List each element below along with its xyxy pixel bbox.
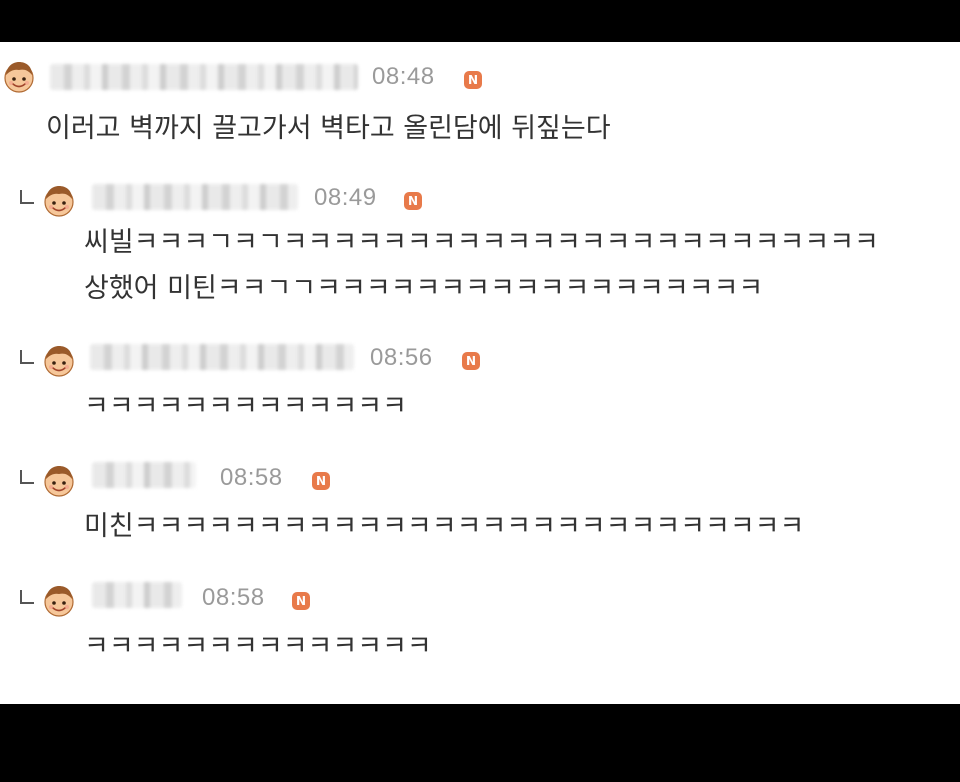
reply-arrow-icon: [20, 590, 34, 604]
comment-thread: 08:48 N 이러고 벽까지 끌고가서 벽타고 올린담에 뒤짚는다 08:49…: [0, 42, 960, 704]
reply-arrow-icon: [20, 470, 34, 484]
comment-line: 이러고 벽까지 끌고가서 벽타고 올린담에 뒤짚는다: [46, 113, 611, 144]
avatar-icon[interactable]: [2, 60, 36, 94]
comment-line: 상했어 미틴ㅋㅋㄱㄱㅋㅋㅋㅋㅋㅋㅋㅋㅋㅋㅋㅋㅋㅋㅋㅋㅋㅋ: [84, 273, 764, 304]
comment-text: 미친ㅋㅋㅋㅋㅋㅋㅋㅋㅋㅋㅋㅋㅋㅋㅋㅋㅋㅋㅋㅋㅋㅋㅋㅋㅋㅋㅋ: [84, 504, 804, 550]
comment-time: 08:58: [220, 464, 283, 491]
comment-text: 이러고 벽까지 끌고가서 벽타고 올린담에 뒤짚는다: [46, 106, 611, 152]
comment-time: 08:48: [372, 63, 435, 90]
blurred-username[interactable]: [50, 64, 358, 90]
comment-line: ㅋㅋㅋㅋㅋㅋㅋㅋㅋㅋㅋㅋㅋㅋ: [84, 631, 432, 662]
comment-line: 씨빌ㅋㅋㅋㄱㅋㄱㅋㅋㅋㅋㅋㅋㅋㅋㅋㅋㅋㅋㅋㅋㅋㅋㅋㅋㅋㅋㅋㅋㅋㅋ: [84, 227, 879, 258]
avatar-icon[interactable]: [42, 464, 76, 498]
blurred-username[interactable]: [92, 184, 298, 210]
comment-text: 씨빌ㅋㅋㅋㄱㅋㄱㅋㅋㅋㅋㅋㅋㅋㅋㅋㅋㅋㅋㅋㅋㅋㅋㅋㅋㅋㅋㅋㅋㅋㅋ 상했어 미틴ㅋ…: [84, 220, 879, 312]
new-badge-icon: N: [462, 352, 480, 370]
reply-arrow-icon: [20, 350, 34, 364]
comment-time: 08:49: [314, 184, 377, 211]
new-badge-icon: N: [292, 592, 310, 610]
comment-line: 미친ㅋㅋㅋㅋㅋㅋㅋㅋㅋㅋㅋㅋㅋㅋㅋㅋㅋㅋㅋㅋㅋㅋㅋㅋㅋㅋㅋ: [84, 511, 805, 542]
blurred-username[interactable]: [92, 582, 182, 608]
comment-text: ㅋㅋㅋㅋㅋㅋㅋㅋㅋㅋㅋㅋㅋㅋ: [84, 624, 432, 670]
reply-comment-4: 08:58 N ㅋㅋㅋㅋㅋㅋㅋㅋㅋㅋㅋㅋㅋㅋ: [0, 578, 960, 688]
reply-arrow-icon: [20, 190, 34, 204]
avatar-icon[interactable]: [42, 184, 76, 218]
new-badge-icon: N: [312, 472, 330, 490]
avatar-icon[interactable]: [42, 344, 76, 378]
comment-line: ㅋㅋㅋㅋㅋㅋㅋㅋㅋㅋㅋㅋㅋ: [84, 391, 407, 422]
letterbox-bottom: [0, 704, 960, 782]
avatar-icon[interactable]: [42, 584, 76, 618]
reply-comment-2: 08:56 N ㅋㅋㅋㅋㅋㅋㅋㅋㅋㅋㅋㅋㅋ: [0, 338, 960, 438]
comment-time: 08:56: [370, 344, 433, 371]
reply-comment-3: 08:58 N 미친ㅋㅋㅋㅋㅋㅋㅋㅋㅋㅋㅋㅋㅋㅋㅋㅋㅋㅋㅋㅋㅋㅋㅋㅋㅋㅋㅋ: [0, 458, 960, 558]
comment-1: 08:48 N 이러고 벽까지 끌고가서 벽타고 올린담에 뒤짚는다: [0, 56, 960, 176]
blurred-username[interactable]: [92, 462, 196, 488]
reply-comment-1: 08:49 N 씨빌ㅋㅋㅋㄱㅋㄱㅋㅋㅋㅋㅋㅋㅋㅋㅋㅋㅋㅋㅋㅋㅋㅋㅋㅋㅋㅋㅋㅋㅋㅋ…: [0, 176, 960, 316]
new-badge-icon: N: [404, 192, 422, 210]
blurred-username[interactable]: [90, 344, 354, 370]
comment-time: 08:58: [202, 584, 265, 611]
new-badge-icon: N: [464, 71, 482, 89]
comment-text: ㅋㅋㅋㅋㅋㅋㅋㅋㅋㅋㅋㅋㅋ: [84, 384, 407, 430]
